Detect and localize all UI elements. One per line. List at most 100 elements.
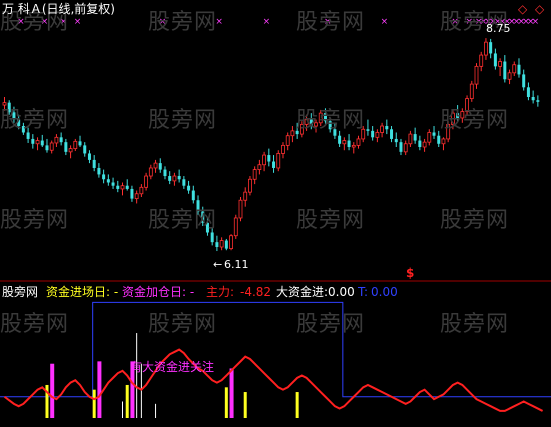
candle-body bbox=[413, 134, 417, 141]
candle-body bbox=[366, 129, 370, 131]
fund-entry-bar bbox=[295, 392, 299, 418]
candle-body bbox=[31, 138, 35, 144]
scroll-right-icon[interactable]: ◇ bbox=[535, 3, 544, 15]
candle-body bbox=[493, 53, 497, 67]
candle-body bbox=[191, 190, 195, 201]
candle-body bbox=[338, 135, 342, 144]
candle-body bbox=[531, 97, 535, 101]
candle-body bbox=[474, 65, 479, 85]
top-marker: × bbox=[532, 17, 540, 27]
big-fund-value: 0.00 bbox=[328, 285, 355, 299]
watermark: 股旁网 bbox=[148, 312, 218, 337]
candle-body bbox=[351, 144, 356, 148]
candle-body bbox=[272, 161, 276, 168]
candle-body bbox=[102, 174, 106, 180]
candle-body bbox=[267, 155, 271, 162]
candle-body bbox=[469, 83, 474, 100]
candle-body bbox=[182, 179, 186, 186]
candle-body bbox=[148, 167, 153, 177]
candle-body bbox=[172, 175, 177, 182]
candle-body bbox=[427, 132, 432, 143]
fund-entry-bar bbox=[92, 389, 96, 418]
candle-body bbox=[399, 142, 403, 152]
fund-add-bar bbox=[50, 363, 55, 418]
candle-body bbox=[73, 140, 78, 150]
candle-body bbox=[356, 138, 361, 146]
watermark: 股旁网 bbox=[296, 208, 366, 233]
t-label: T: bbox=[358, 285, 369, 299]
candle-body bbox=[130, 188, 134, 199]
candle-body bbox=[342, 140, 347, 145]
candle-body bbox=[276, 153, 281, 169]
candle-body bbox=[139, 186, 144, 195]
candle-body bbox=[68, 148, 73, 153]
add-day-label: 资金加仓日: - bbox=[122, 285, 195, 299]
candle-body bbox=[83, 145, 87, 154]
candle-body bbox=[59, 137, 63, 143]
candle-body bbox=[116, 185, 120, 189]
candle-body bbox=[111, 182, 115, 186]
candle-body bbox=[507, 72, 512, 80]
fund-entry-bar bbox=[243, 392, 247, 418]
candle-body bbox=[64, 142, 68, 152]
watermark: 股旁网 bbox=[296, 312, 366, 337]
candle-body bbox=[512, 64, 517, 74]
watermark: 股旁网 bbox=[148, 10, 218, 35]
watermark: 股旁网 bbox=[296, 108, 366, 133]
candle-body bbox=[441, 138, 446, 145]
top-marker: × bbox=[74, 17, 82, 27]
candle-body bbox=[522, 74, 526, 88]
candle-body bbox=[375, 132, 380, 138]
candle-body bbox=[503, 61, 507, 80]
candle-body bbox=[219, 240, 224, 248]
candle-body bbox=[54, 136, 59, 144]
fund-add-bar bbox=[97, 361, 102, 418]
candle-body bbox=[125, 185, 129, 189]
main-force-value: -4.82 bbox=[240, 285, 272, 299]
watermark: 股旁网 bbox=[148, 108, 218, 133]
watermark: 股旁网 bbox=[0, 108, 70, 133]
candle-body bbox=[371, 130, 375, 138]
high-price-label: 8.75 bbox=[486, 22, 511, 35]
candle-body bbox=[484, 41, 488, 56]
watermark: 股旁网 bbox=[440, 312, 510, 337]
watermark: 股旁网 bbox=[0, 208, 70, 233]
candle-body bbox=[517, 64, 521, 75]
candle-body bbox=[243, 191, 248, 201]
candle-body bbox=[403, 143, 408, 153]
candle-body bbox=[394, 138, 398, 143]
candle-body bbox=[385, 126, 389, 130]
candle-body bbox=[281, 144, 285, 154]
candle-body bbox=[229, 235, 233, 250]
candle-body bbox=[40, 140, 44, 146]
candle-body bbox=[177, 176, 181, 180]
candle-body bbox=[347, 140, 351, 147]
candle-body bbox=[120, 185, 125, 190]
candle-body bbox=[262, 154, 267, 166]
entry-day-label: 资金进场日: - bbox=[46, 285, 119, 299]
candle-body bbox=[479, 54, 484, 67]
scroll-left-icon[interactable]: ◇ bbox=[518, 3, 527, 15]
candle-body bbox=[233, 217, 238, 237]
candle-body bbox=[437, 135, 441, 144]
watermark: 股旁网 bbox=[440, 108, 510, 133]
candle-body bbox=[187, 185, 191, 191]
candle-body bbox=[45, 145, 49, 151]
candle-body bbox=[526, 87, 530, 97]
candle-body bbox=[418, 140, 422, 147]
watermark: 股旁网 bbox=[440, 208, 510, 233]
candle-body bbox=[390, 129, 394, 139]
candle-body bbox=[106, 179, 110, 183]
candle-body bbox=[78, 141, 82, 146]
low-arrow-icon: ← bbox=[213, 258, 223, 271]
candle-body bbox=[285, 135, 290, 146]
candle-body bbox=[49, 142, 54, 151]
candle-body bbox=[158, 163, 162, 170]
candle-body bbox=[87, 153, 91, 160]
main-force-label: 主力: bbox=[206, 285, 235, 299]
candle-body bbox=[380, 125, 385, 133]
candle-body bbox=[92, 159, 96, 168]
candle-body bbox=[35, 140, 40, 145]
indicator-source: 股旁网 bbox=[2, 285, 39, 299]
chart-title: 万 科Ａ(日线,前复权) bbox=[2, 2, 115, 16]
